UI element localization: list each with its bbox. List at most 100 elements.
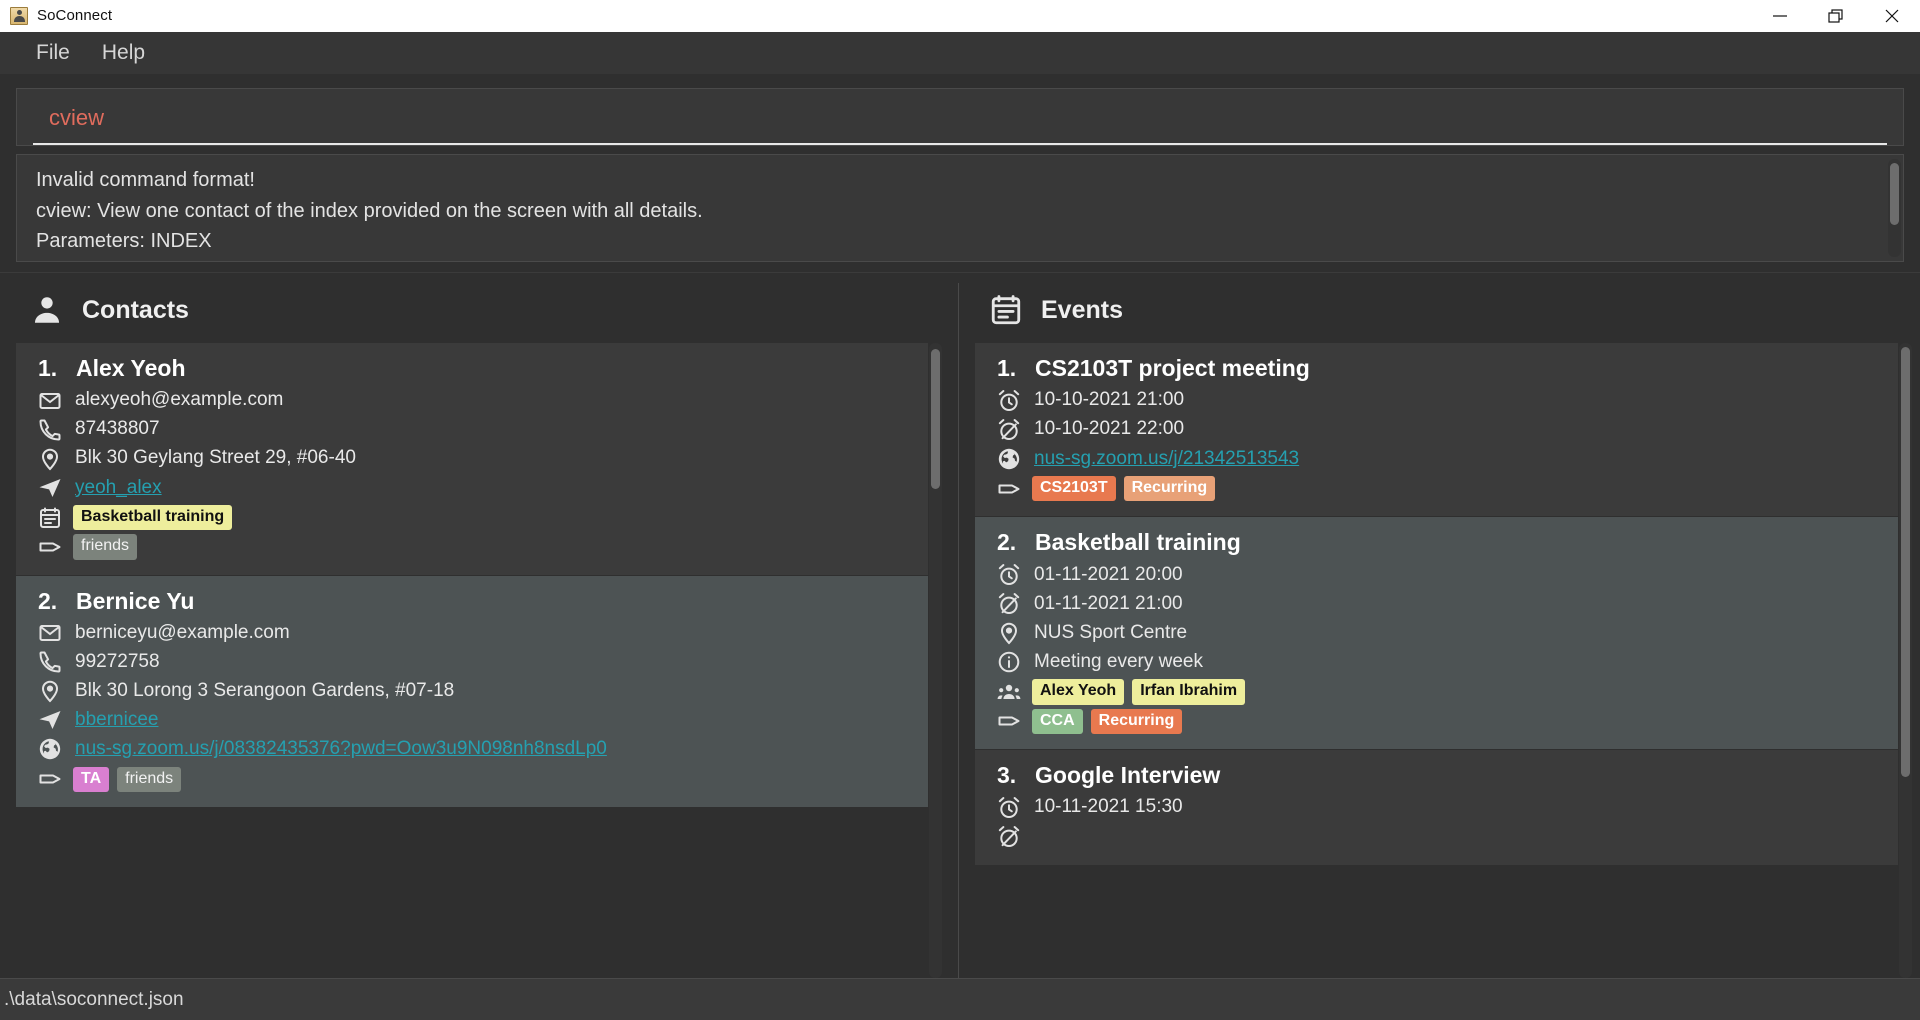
event-detail-row: 01-11-2021 20:00 <box>997 560 1882 589</box>
close-icon[interactable] <box>1864 0 1920 32</box>
tag-icon <box>997 709 1021 733</box>
alarm-icon <box>997 389 1021 413</box>
event-detail-text: NUS Sport Centre <box>1034 621 1188 643</box>
calendar-icon <box>989 293 1023 327</box>
contact-detail-row: Basketball training <box>38 502 912 531</box>
tag-icon <box>38 767 62 791</box>
contact-detail-row: yeoh_alex <box>38 473 912 502</box>
event-chip: Recurring <box>1090 708 1183 735</box>
minimize-icon[interactable] <box>1752 0 1808 32</box>
phone-icon <box>38 650 62 674</box>
events-scrollbar-thumb[interactable] <box>1901 347 1910 777</box>
contact-detail-text: berniceyu@example.com <box>75 621 290 643</box>
alarm-icon <box>997 796 1021 820</box>
event-detail-row <box>997 822 1882 851</box>
location-icon <box>38 447 62 471</box>
calendar-icon <box>38 506 62 530</box>
event-card[interactable]: 3. Google Interview 10-11-2021 15:30 <box>975 750 1898 867</box>
contact-detail-row: Blk 30 Geylang Street 29, #06-40 <box>38 444 912 473</box>
event-chip: Recurring <box>1123 476 1216 502</box>
contacts-panel: Contacts 1. Alex Yeoh alexyeoh@example.com… <box>0 283 958 978</box>
app-icon <box>10 6 28 25</box>
people-icon <box>997 680 1021 704</box>
email-icon <box>38 389 62 413</box>
contact-link[interactable]: yeoh_alex <box>75 477 162 499</box>
contact-detail-row: friends <box>38 531 912 560</box>
contacts-scrollbar[interactable] <box>929 343 942 978</box>
contact-card[interactable]: 2. Bernice Yu berniceyu@example.com 9927275… <box>16 575 928 809</box>
phone-icon <box>38 418 62 442</box>
result-scrollbar[interactable] <box>1888 159 1901 257</box>
event-detail-text: 10-10-2021 22:00 <box>1034 418 1185 440</box>
events-list[interactable]: 1. CS2103T project meeting 10-10-2021 21:0… <box>975 343 1912 978</box>
events-panel: Events 1. CS2103T project meeting 10-10-20… <box>958 283 1920 978</box>
tag-icon <box>997 477 1021 501</box>
event-chip-group: CS2103T Recurring <box>1032 476 1216 502</box>
event-detail-row: CCA Recurring <box>997 706 1882 735</box>
events-scrollbar[interactable] <box>1899 343 1912 978</box>
event-detail-row: Meeting every week <box>997 647 1882 676</box>
event-detail-text: 01-11-2021 21:00 <box>1034 592 1183 614</box>
event-detail-row: 01-11-2021 21:00 <box>997 589 1882 618</box>
contacts-scrollbar-thumb[interactable] <box>931 349 940 489</box>
contact-chip: TA <box>73 766 110 793</box>
event-link[interactable]: nus-sg.zoom.us/j/21342513543 <box>1034 448 1299 470</box>
event-detail-row: 10-11-2021 15:30 <box>997 793 1882 822</box>
event-card[interactable]: 1. CS2103T project meeting 10-10-2021 21:0… <box>975 343 1898 518</box>
contact-detail-text: Blk 30 Lorong 3 Serangoon Gardens, #07-1… <box>75 679 455 701</box>
event-detail-row: 10-10-2021 21:00 <box>997 386 1882 415</box>
menu-item-file[interactable]: File <box>20 38 86 67</box>
contacts-list[interactable]: 1. Alex Yeoh alexyeoh@example.com 87438807 B… <box>16 343 942 978</box>
contact-detail-text: 87438807 <box>75 418 160 440</box>
contact-chip-group: friends <box>73 534 138 560</box>
event-card[interactable]: 2. Basketball training 01-11-2021 20:00 01-… <box>975 517 1898 751</box>
contact-chip: friends <box>73 534 138 560</box>
restore-icon[interactable] <box>1808 0 1864 32</box>
alarm-off-icon <box>997 418 1021 442</box>
app-window: File Help Invalid command format! cview:… <box>0 32 1920 1020</box>
result-scrollbar-thumb[interactable] <box>1890 163 1899 225</box>
person-icon <box>30 293 64 327</box>
status-bar: .\data\soconnect.json <box>0 978 1920 1020</box>
command-input[interactable] <box>33 101 1887 145</box>
save-location-path: .\data\soconnect.json <box>4 988 184 1010</box>
contact-detail-row: 99272758 <box>38 648 912 677</box>
contact-card-title: 1. Alex Yeoh <box>38 355 912 382</box>
app-title: SoConnect <box>37 7 113 24</box>
event-card-title: 3. Google Interview <box>997 762 1882 789</box>
contact-detail-row: TA friends <box>38 764 912 793</box>
alarm-off-icon <box>997 825 1021 849</box>
globe-icon <box>38 737 62 761</box>
command-area <box>0 74 1920 146</box>
event-chip: CS2103T <box>1032 476 1116 502</box>
event-card-index: 1. <box>997 355 1017 381</box>
event-detail-text: 01-11-2021 20:00 <box>1034 563 1183 585</box>
contact-chip: friends <box>117 766 182 793</box>
event-detail-text: 10-11-2021 15:30 <box>1034 796 1183 818</box>
tag-icon <box>38 535 62 559</box>
title-bar: SoConnect <box>0 0 1920 32</box>
menu-item-help[interactable]: Help <box>86 38 161 67</box>
alarm-off-icon <box>997 592 1021 616</box>
contact-chip-group: TA friends <box>73 766 182 793</box>
info-icon <box>997 650 1021 674</box>
event-card-title: 1. CS2103T project meeting <box>997 355 1882 382</box>
contact-link[interactable]: nus-sg.zoom.us/j/08382435376?pwd=Oow3u9N… <box>75 738 607 760</box>
contact-detail-row: bbernicee <box>38 706 912 735</box>
event-detail-row: CS2103T Recurring <box>997 473 1882 502</box>
telegram-icon <box>38 708 62 732</box>
command-box <box>16 88 1904 146</box>
contact-detail-row: berniceyu@example.com <box>38 619 912 648</box>
contact-link[interactable]: bbernicee <box>75 709 158 731</box>
result-display-box: Invalid command format! cview: View one … <box>16 154 1904 262</box>
location-icon <box>38 679 62 703</box>
event-card-name: Basketball training <box>1035 529 1241 556</box>
contact-detail-row: Blk 30 Lorong 3 Serangoon Gardens, #07-1… <box>38 677 912 706</box>
contact-chip-group: Basketball training <box>73 505 233 531</box>
event-card-title: 2. Basketball training <box>997 529 1882 556</box>
contact-card[interactable]: 1. Alex Yeoh alexyeoh@example.com 87438807 B… <box>16 343 928 576</box>
result-display-text: Invalid command format! cview: View one … <box>36 169 703 253</box>
contacts-panel-header: Contacts <box>16 283 942 343</box>
event-detail-row: NUS Sport Centre <box>997 618 1882 647</box>
contacts-panel-title: Contacts <box>82 295 189 324</box>
